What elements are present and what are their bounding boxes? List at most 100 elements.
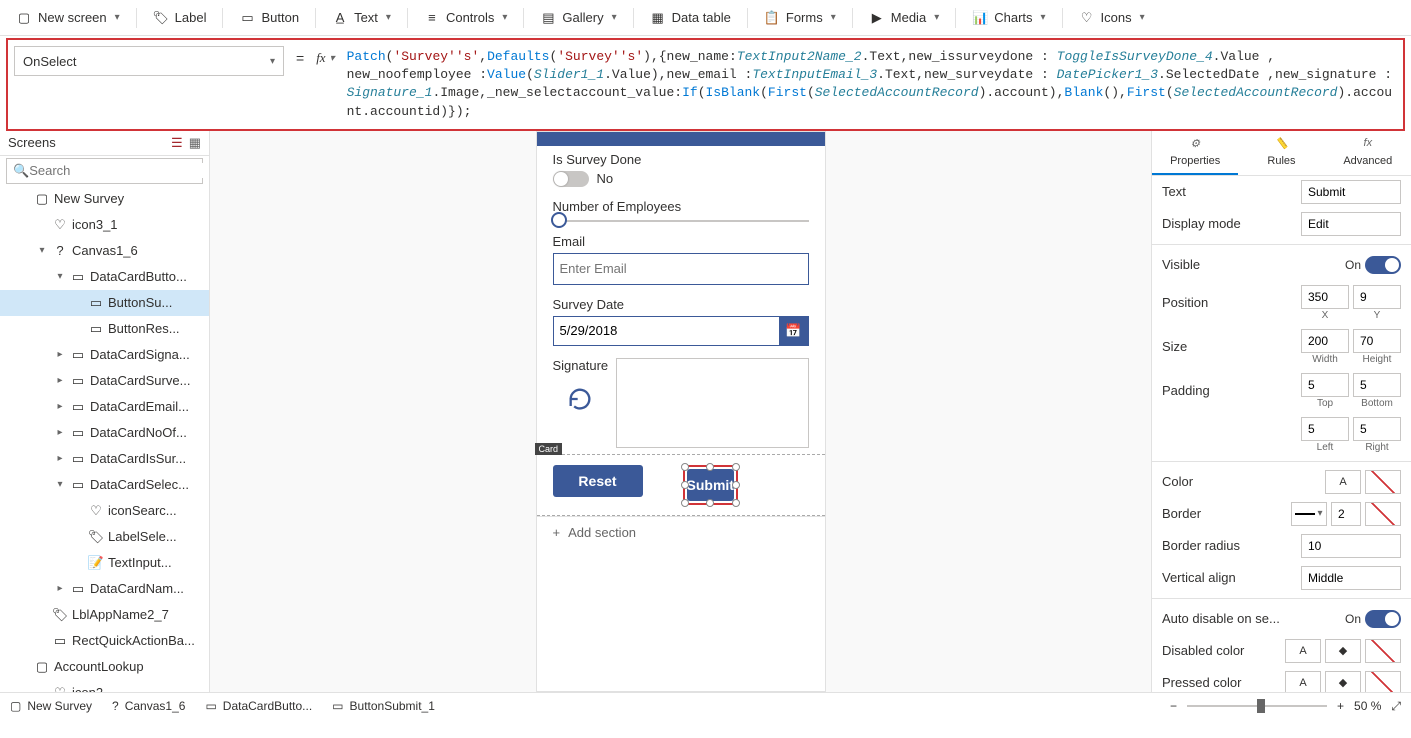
is-survey-done-toggle[interactable] — [553, 171, 589, 187]
tree-item-newsurvey[interactable]: ▢New Survey — [0, 186, 209, 212]
ribbon-text[interactable]: A̲Text▾ — [324, 6, 399, 30]
autodisable-toggle[interactable] — [1365, 610, 1401, 628]
visible-toggle[interactable] — [1365, 256, 1401, 274]
radius-input[interactable] — [1301, 534, 1401, 558]
tree-item-icon3_1[interactable]: ♡icon3_1 — [0, 212, 209, 238]
fit-screen-icon[interactable]: ⤢ — [1391, 699, 1401, 714]
chevron-icon: ▸ — [54, 453, 66, 464]
tree-item-datacardemail[interactable]: ▸▭DataCardEmail... — [0, 394, 209, 420]
search-input[interactable] — [29, 163, 205, 178]
tree-item-buttonres[interactable]: ▭ButtonRes... — [0, 316, 209, 342]
disabled-border-color[interactable] — [1365, 639, 1401, 663]
prop-text-input[interactable] — [1301, 180, 1401, 204]
icons-icon: ♡ — [52, 685, 68, 692]
zoom-in-icon[interactable]: + — [1337, 699, 1344, 713]
thumbnail-view-icon[interactable]: ▦ — [189, 135, 201, 151]
ribbon-data-table[interactable]: ▦Data table — [642, 6, 739, 30]
phone-preview: Is Survey Done No Number of Employees Em… — [536, 131, 826, 692]
pad-left-input[interactable] — [1301, 417, 1349, 441]
pressed-fill-color[interactable]: ◆ — [1325, 671, 1361, 692]
ribbon-button[interactable]: ▭Button — [231, 6, 307, 30]
ribbon-new-screen[interactable]: ▢New screen▾ — [8, 6, 128, 30]
chevron-icon: ▸ — [54, 401, 66, 412]
label-icon: 🏷 — [153, 10, 169, 26]
refresh-icon[interactable] — [566, 385, 594, 413]
tab-advanced[interactable]: fxAdvanced — [1325, 131, 1411, 175]
ribbon-charts[interactable]: 📊Charts▾ — [964, 6, 1053, 30]
crumb-screen[interactable]: ▢New Survey — [10, 699, 92, 713]
ribbon-label[interactable]: 🏷Label — [145, 6, 215, 30]
screen-icon: ▢ — [34, 659, 50, 675]
tree-item-datacardsurve[interactable]: ▸▭DataCardSurve... — [0, 368, 209, 394]
breadcrumb-bar: ▢New Survey ?Canvas1_6 ▭DataCardButto...… — [0, 692, 1411, 720]
pressed-border-color[interactable] — [1365, 671, 1401, 692]
ribbon-icons[interactable]: ♡Icons▾ — [1071, 6, 1153, 30]
fill-color-button[interactable] — [1365, 470, 1401, 494]
tree-item-lblappname2_7[interactable]: 🏷LblAppName2_7 — [0, 602, 209, 628]
pad-right-input[interactable] — [1353, 417, 1401, 441]
formula-input[interactable]: Patch('Survey''s',Defaults('Survey''s'),… — [339, 42, 1401, 127]
crumb-canvas[interactable]: ?Canvas1_6 — [112, 699, 185, 713]
tree-item-datacardbutto[interactable]: ▾▭DataCardButto... — [0, 264, 209, 290]
add-section-button[interactable]: + Add section — [537, 516, 825, 548]
pos-y-input[interactable] — [1353, 285, 1401, 309]
pos-x-input[interactable] — [1301, 285, 1349, 309]
card-icon: ▭ — [70, 269, 86, 285]
screen-icon: ▢ — [34, 191, 50, 207]
is-survey-done-label: Is Survey Done — [553, 152, 809, 167]
tree-item-iconsearc[interactable]: ♡iconSearc... — [0, 498, 209, 524]
tree-item-icon2[interactable]: ♡icon2 — [0, 680, 209, 692]
ribbon-media[interactable]: ▶Media▾ — [861, 6, 947, 30]
search-box[interactable]: 🔍 — [6, 158, 203, 184]
card-icon: ▭ — [70, 399, 86, 415]
border-width-input[interactable] — [1331, 502, 1361, 526]
tree-view-icon[interactable]: ☰ — [171, 135, 183, 151]
tree-item-rectquickactionba[interactable]: ▭RectQuickActionBa... — [0, 628, 209, 654]
tree-item-canvas1_6[interactable]: ▾?Canvas1_6 — [0, 238, 209, 264]
pad-bottom-input[interactable] — [1353, 373, 1401, 397]
crumb-card[interactable]: ▭DataCardButto... — [205, 699, 312, 713]
pad-top-input[interactable] — [1301, 373, 1349, 397]
tree-item-textinput[interactable]: 📝TextInput... — [0, 550, 209, 576]
property-selector[interactable]: OnSelect ▾ — [14, 46, 284, 76]
tree-item-datacardsigna[interactable]: ▸▭DataCardSigna... — [0, 342, 209, 368]
tree-item-datacardissur[interactable]: ▸▭DataCardIsSur... — [0, 446, 209, 472]
calendar-icon[interactable]: 📅 — [779, 316, 809, 346]
border-color-button[interactable] — [1365, 502, 1401, 526]
signature-canvas[interactable] — [616, 358, 808, 448]
border-style-select[interactable]: ▾ — [1291, 502, 1327, 526]
ribbon-gallery[interactable]: ▤Gallery▾ — [532, 6, 624, 30]
reset-button[interactable]: Reset — [553, 465, 643, 497]
tree-item-accountlookup[interactable]: ▢AccountLookup — [0, 654, 209, 680]
zoom-slider[interactable] — [1187, 705, 1327, 707]
height-input[interactable] — [1353, 329, 1401, 353]
disabled-font-color[interactable]: A — [1285, 639, 1321, 663]
ribbon-controls[interactable]: ≡Controls▾ — [416, 6, 515, 30]
zoom-out-icon[interactable]: − — [1170, 699, 1177, 713]
crumb-button[interactable]: ▭ButtonSubmit_1 — [332, 699, 435, 713]
rect-icon: ▭ — [52, 633, 68, 649]
tree-item-datacardselec[interactable]: ▾▭DataCardSelec... — [0, 472, 209, 498]
font-color-button[interactable]: A — [1325, 470, 1361, 494]
slider-thumb[interactable] — [551, 212, 567, 228]
prop-border-label: Border — [1162, 506, 1291, 521]
tree-item-buttonsu[interactable]: ▭ButtonSu... — [0, 290, 209, 316]
employees-slider[interactable] — [553, 220, 809, 222]
tree-item-labelsele[interactable]: 🏷LabelSele... — [0, 524, 209, 550]
ribbon-forms[interactable]: 📋Forms▾ — [756, 6, 844, 30]
email-input[interactable] — [553, 253, 809, 285]
width-input[interactable] — [1301, 329, 1349, 353]
valign-input[interactable] — [1301, 566, 1401, 590]
table-icon: ▦ — [650, 10, 666, 26]
tree-item-datacardnam[interactable]: ▸▭DataCardNam... — [0, 576, 209, 602]
tab-rules[interactable]: 📏Rules — [1238, 131, 1324, 175]
tree-item-datacardnoof[interactable]: ▸▭DataCardNoOf... — [0, 420, 209, 446]
tab-properties[interactable]: ⚙Properties — [1152, 131, 1238, 175]
prop-position-label: Position — [1162, 295, 1301, 310]
disabled-fill-color[interactable]: ◆ — [1325, 639, 1361, 663]
submit-button[interactable]: Submit — [687, 469, 734, 501]
date-input[interactable] — [553, 316, 779, 346]
pressed-font-color[interactable]: A — [1285, 671, 1321, 692]
fx-label[interactable]: fx▾ — [312, 42, 338, 66]
prop-display-input[interactable] — [1301, 212, 1401, 236]
